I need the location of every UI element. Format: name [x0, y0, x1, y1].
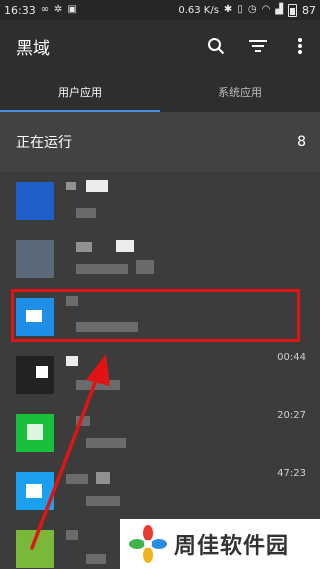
flower-logo-icon [129, 525, 167, 563]
section-header: 正在运行 8 [0, 112, 320, 172]
obscured-app-name [66, 530, 78, 540]
app-bar-actions [204, 34, 312, 58]
obscured-app-name [66, 474, 88, 484]
highlight-box [11, 289, 300, 342]
obscured-app-name [76, 416, 90, 426]
app-icon [16, 240, 54, 278]
fan-icon: ✲ [54, 4, 63, 15]
sort-button[interactable] [246, 34, 270, 58]
section-title: 正在运行 [16, 135, 72, 151]
list-item[interactable] [0, 172, 320, 230]
obscured-app-detail [136, 260, 154, 274]
section-count: 8 [297, 134, 306, 150]
status-bar: 16:33 ∞ ✲ ▣ 0.63 K/s ✱ ▯ ◷ ◠ ▟ 87 [0, 0, 320, 20]
obscured-app-name [66, 182, 76, 190]
battery-level: 87 [302, 3, 316, 17]
list-item[interactable]: 20:27 [0, 404, 320, 462]
obscured-app-detail [86, 438, 126, 448]
app-icon [16, 472, 54, 510]
status-left: 16:33 ∞ ✲ ▣ [4, 4, 77, 17]
app-icon [16, 530, 54, 568]
tab-system-apps[interactable]: 系统应用 [160, 72, 320, 112]
obscured-app-detail [86, 554, 106, 564]
tab-bar: 用户应用 系统应用 [0, 72, 320, 112]
more-vert-icon [298, 38, 302, 54]
wifi-icon: ◠ [261, 4, 271, 15]
list-item[interactable]: 00:44 [0, 346, 320, 404]
run-time: 00:44 [277, 352, 306, 363]
more-options-button[interactable] [288, 34, 312, 58]
obscured-app-name [86, 180, 108, 192]
obscured-app-detail [76, 380, 120, 390]
app-list: 00:44 20:27 47:23 [0, 172, 320, 569]
alarm-icon: ◷ [247, 4, 257, 15]
app-title: 黑域 [16, 39, 50, 59]
obscured-app-detail [76, 208, 96, 218]
network-speed: 0.63 K/s [178, 4, 219, 16]
search-button[interactable] [204, 34, 228, 58]
obscured-app-name [116, 240, 134, 252]
watermark-text: 周佳软件园 [174, 534, 290, 559]
app-icon [16, 414, 54, 452]
obscured-app-detail [76, 264, 128, 274]
watermark: 周佳软件园 [120, 519, 320, 569]
bluetooth-icon: ✱ [223, 4, 233, 15]
search-icon [208, 38, 225, 55]
obscured-app-detail [86, 496, 120, 506]
obscured-app-name [96, 472, 110, 484]
signal-icon: ▟ [275, 4, 283, 15]
app-icon [16, 182, 54, 220]
vibrate-icon: ▯ [237, 4, 243, 15]
status-right: 0.63 K/s ✱ ▯ ◷ ◠ ▟ 87 [178, 3, 316, 17]
list-item[interactable] [0, 230, 320, 288]
tab-user-apps[interactable]: 用户应用 [0, 72, 160, 112]
obscured-app-name [76, 242, 92, 252]
sort-icon [249, 40, 267, 52]
image-icon: ▣ [67, 4, 77, 15]
run-time: 20:27 [277, 410, 306, 421]
status-time: 16:33 [4, 3, 36, 17]
app-bar: 黑域 [0, 20, 320, 72]
battery-icon [288, 3, 297, 17]
infinity-icon: ∞ [40, 4, 50, 15]
run-time: 47:23 [277, 468, 306, 479]
list-item[interactable]: 47:23 [0, 462, 320, 520]
app-icon [16, 356, 54, 394]
obscured-app-name [66, 356, 78, 366]
